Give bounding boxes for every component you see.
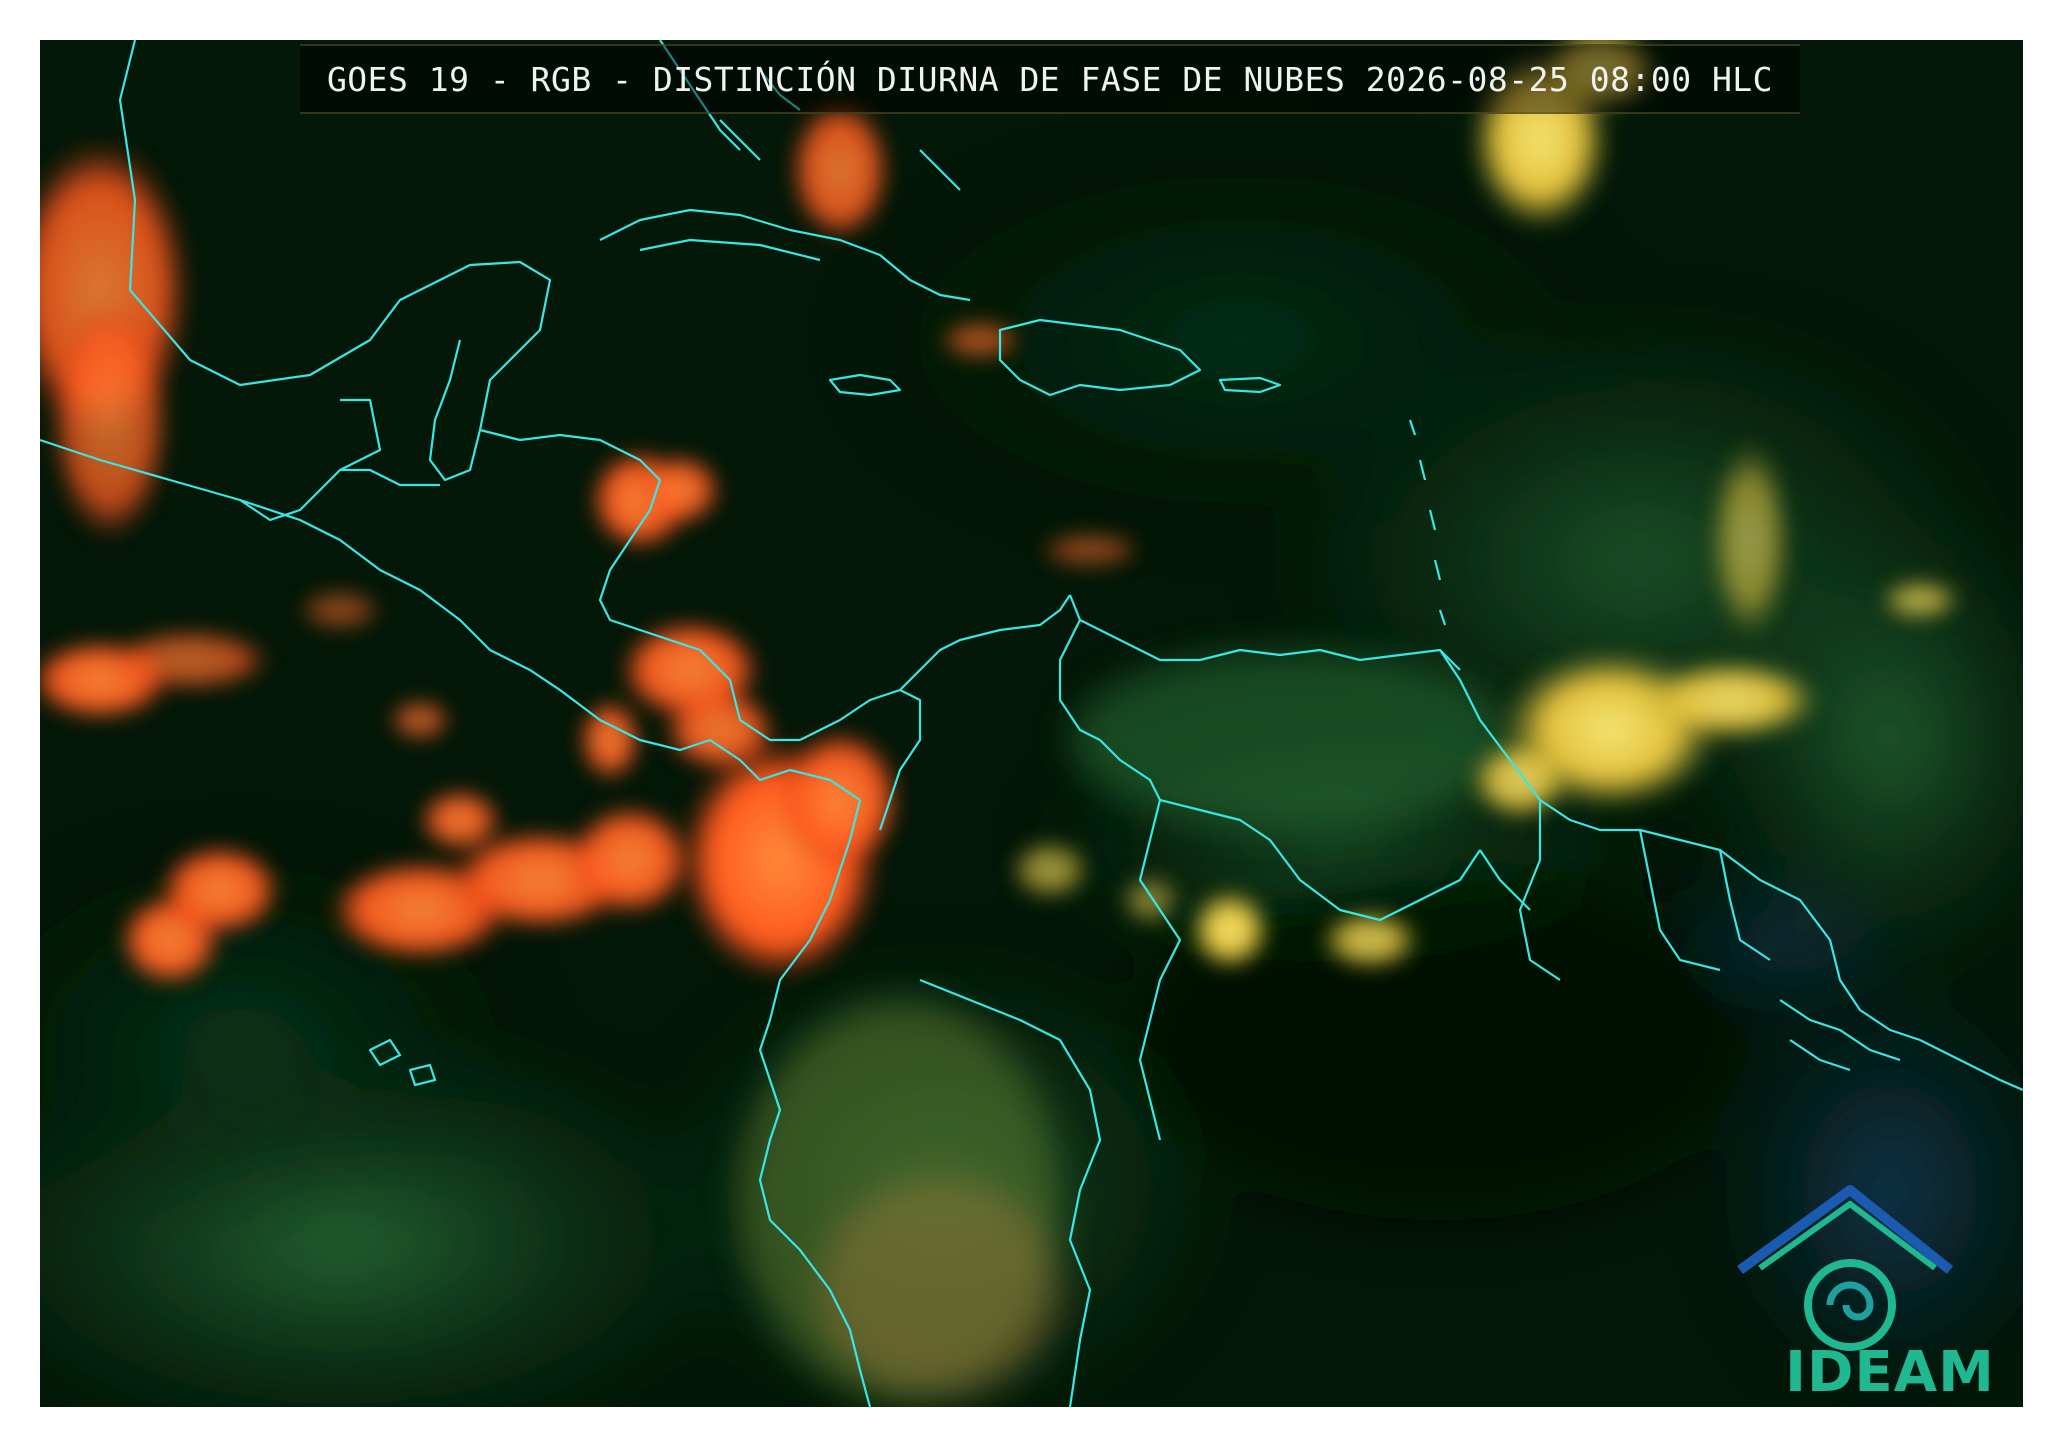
page: GOES 19 - RGB - DISTINCIÓN DIURNA DE FAS…	[0, 0, 2063, 1447]
ideam-logo: IDEAM	[1775, 1185, 2005, 1405]
map-title: GOES 19 - RGB - DISTINCIÓN DIURNA DE FAS…	[326, 59, 1774, 99]
map-title-bar: GOES 19 - RGB - DISTINCIÓN DIURNA DE FAS…	[300, 44, 1800, 114]
ideam-logo-text: IDEAM	[1785, 1340, 1995, 1405]
satellite-map[interactable]	[40, 40, 2023, 1407]
satellite-imagery	[40, 40, 2023, 1407]
